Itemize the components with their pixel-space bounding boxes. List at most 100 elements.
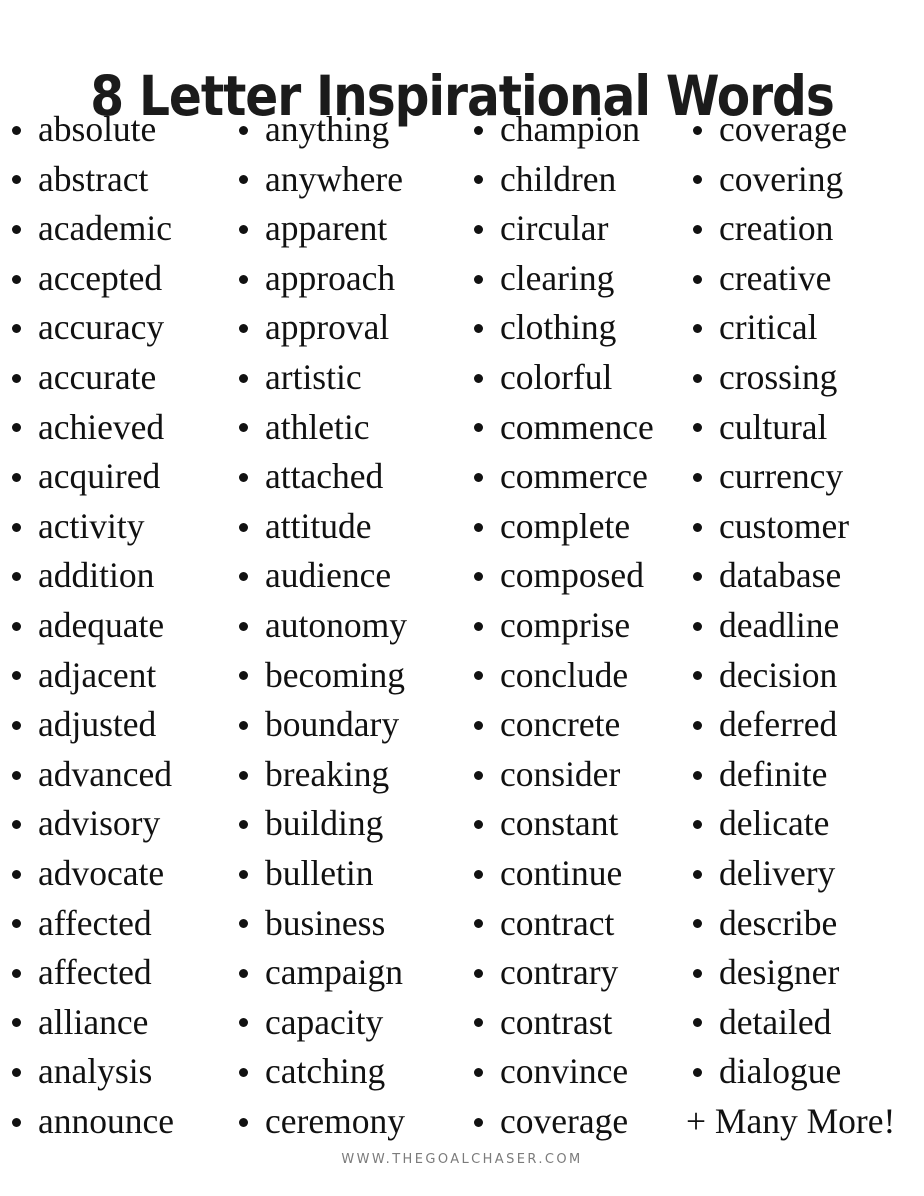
bullet-icon bbox=[12, 869, 21, 879]
word-text: accepted bbox=[38, 257, 163, 298]
bullet-icon bbox=[12, 1018, 21, 1028]
list-item: attitude bbox=[232, 502, 466, 552]
word-list-3: champion children circular clearing clot… bbox=[467, 105, 685, 1146]
bullet-icon bbox=[12, 770, 21, 780]
bullet-icon bbox=[693, 324, 702, 334]
list-item: creation bbox=[686, 204, 924, 254]
word-column-3: champion children circular clearing clot… bbox=[466, 105, 685, 1146]
list-item: alliance bbox=[5, 998, 231, 1048]
list-item: delivery bbox=[686, 849, 924, 899]
bullet-icon bbox=[12, 968, 21, 978]
list-item: academic bbox=[5, 204, 231, 254]
bullet-icon bbox=[693, 1068, 702, 1078]
bullet-icon bbox=[239, 770, 248, 780]
word-text: creation bbox=[719, 208, 834, 249]
list-item: composed bbox=[467, 551, 685, 601]
word-text: dialogue bbox=[719, 1051, 842, 1092]
list-item: delicate bbox=[686, 799, 924, 849]
bullet-icon bbox=[474, 968, 483, 978]
bullet-icon bbox=[239, 1117, 248, 1127]
list-item: clearing bbox=[467, 254, 685, 304]
word-column-1: absolute abstract academic accepted accu… bbox=[0, 105, 231, 1146]
word-text: delivery bbox=[719, 852, 836, 893]
word-text: detailed bbox=[719, 1001, 832, 1042]
list-item: dialogue bbox=[686, 1047, 924, 1097]
word-list-4: coverage covering creation creative crit… bbox=[686, 105, 924, 1146]
list-item: creative bbox=[686, 254, 924, 304]
bullet-icon bbox=[474, 522, 483, 532]
bullet-icon bbox=[12, 1117, 21, 1127]
bullet-icon bbox=[693, 572, 702, 582]
list-item: critical bbox=[686, 303, 924, 353]
word-text: deadline bbox=[719, 604, 840, 645]
bullet-icon bbox=[474, 720, 483, 730]
list-item: contract bbox=[467, 899, 685, 949]
word-text: crossing bbox=[719, 356, 838, 397]
bullet-icon bbox=[12, 373, 21, 383]
bullet-icon bbox=[693, 621, 702, 631]
bullet-icon bbox=[693, 968, 702, 978]
many-more-note: + Many More! bbox=[686, 1097, 924, 1147]
word-text: acquired bbox=[38, 456, 161, 497]
list-item: campaign bbox=[232, 948, 466, 998]
bullet-icon bbox=[474, 671, 483, 681]
list-item: customer bbox=[686, 502, 924, 552]
bullet-icon bbox=[693, 423, 702, 433]
bullet-icon bbox=[474, 869, 483, 879]
word-text: attitude bbox=[265, 505, 372, 546]
list-item: approval bbox=[232, 303, 466, 353]
bullet-icon bbox=[12, 671, 21, 681]
bullet-icon bbox=[474, 919, 483, 929]
list-item: champion bbox=[467, 105, 685, 155]
bullet-icon bbox=[239, 373, 248, 383]
word-text: contract bbox=[500, 902, 615, 943]
list-item: detailed bbox=[686, 998, 924, 1048]
list-item: anything bbox=[232, 105, 466, 155]
word-text: artistic bbox=[265, 356, 362, 397]
bullet-icon bbox=[474, 472, 483, 482]
bullet-icon bbox=[12, 125, 21, 135]
word-text: describe bbox=[719, 902, 838, 943]
word-text: comprise bbox=[500, 604, 631, 645]
bullet-icon bbox=[474, 1068, 483, 1078]
word-text: covering bbox=[719, 158, 844, 199]
bullet-icon bbox=[693, 373, 702, 383]
list-item: constant bbox=[467, 799, 685, 849]
word-list-page: 8 Letter Inspirational Words absolute ab… bbox=[0, 0, 924, 1196]
word-text: constant bbox=[500, 803, 619, 844]
word-text: deferred bbox=[719, 704, 838, 745]
word-column-4: coverage covering creation creative crit… bbox=[685, 105, 924, 1146]
word-text: announce bbox=[38, 1100, 175, 1141]
list-item: audience bbox=[232, 551, 466, 601]
word-text: critical bbox=[719, 307, 818, 348]
word-text: anything bbox=[265, 109, 390, 149]
list-item: designer bbox=[686, 948, 924, 998]
word-text: absolute bbox=[38, 109, 157, 149]
list-item: covering bbox=[686, 155, 924, 205]
bullet-icon bbox=[12, 324, 21, 334]
list-item: catching bbox=[232, 1047, 466, 1097]
word-text: adequate bbox=[38, 604, 165, 645]
word-text: boundary bbox=[265, 704, 400, 745]
list-item: database bbox=[686, 551, 924, 601]
word-text: apparent bbox=[265, 208, 388, 249]
list-item: ceremony bbox=[232, 1097, 466, 1147]
word-text: becoming bbox=[265, 654, 405, 695]
bullet-icon bbox=[693, 671, 702, 681]
list-item: comprise bbox=[467, 601, 685, 651]
bullet-icon bbox=[693, 820, 702, 830]
bullet-icon bbox=[474, 572, 483, 582]
list-item: concrete bbox=[467, 700, 685, 750]
word-text: affected bbox=[38, 902, 152, 943]
list-item: conclude bbox=[467, 651, 685, 701]
word-text: delicate bbox=[719, 803, 830, 844]
word-text: continue bbox=[500, 852, 623, 893]
list-item: describe bbox=[686, 899, 924, 949]
word-text: complete bbox=[500, 505, 631, 546]
bullet-icon bbox=[474, 820, 483, 830]
list-item: breaking bbox=[232, 750, 466, 800]
word-text: alliance bbox=[38, 1001, 149, 1042]
word-text: audience bbox=[265, 555, 392, 596]
bullet-icon bbox=[239, 1068, 248, 1078]
word-list-1: absolute abstract academic accepted accu… bbox=[5, 105, 231, 1146]
